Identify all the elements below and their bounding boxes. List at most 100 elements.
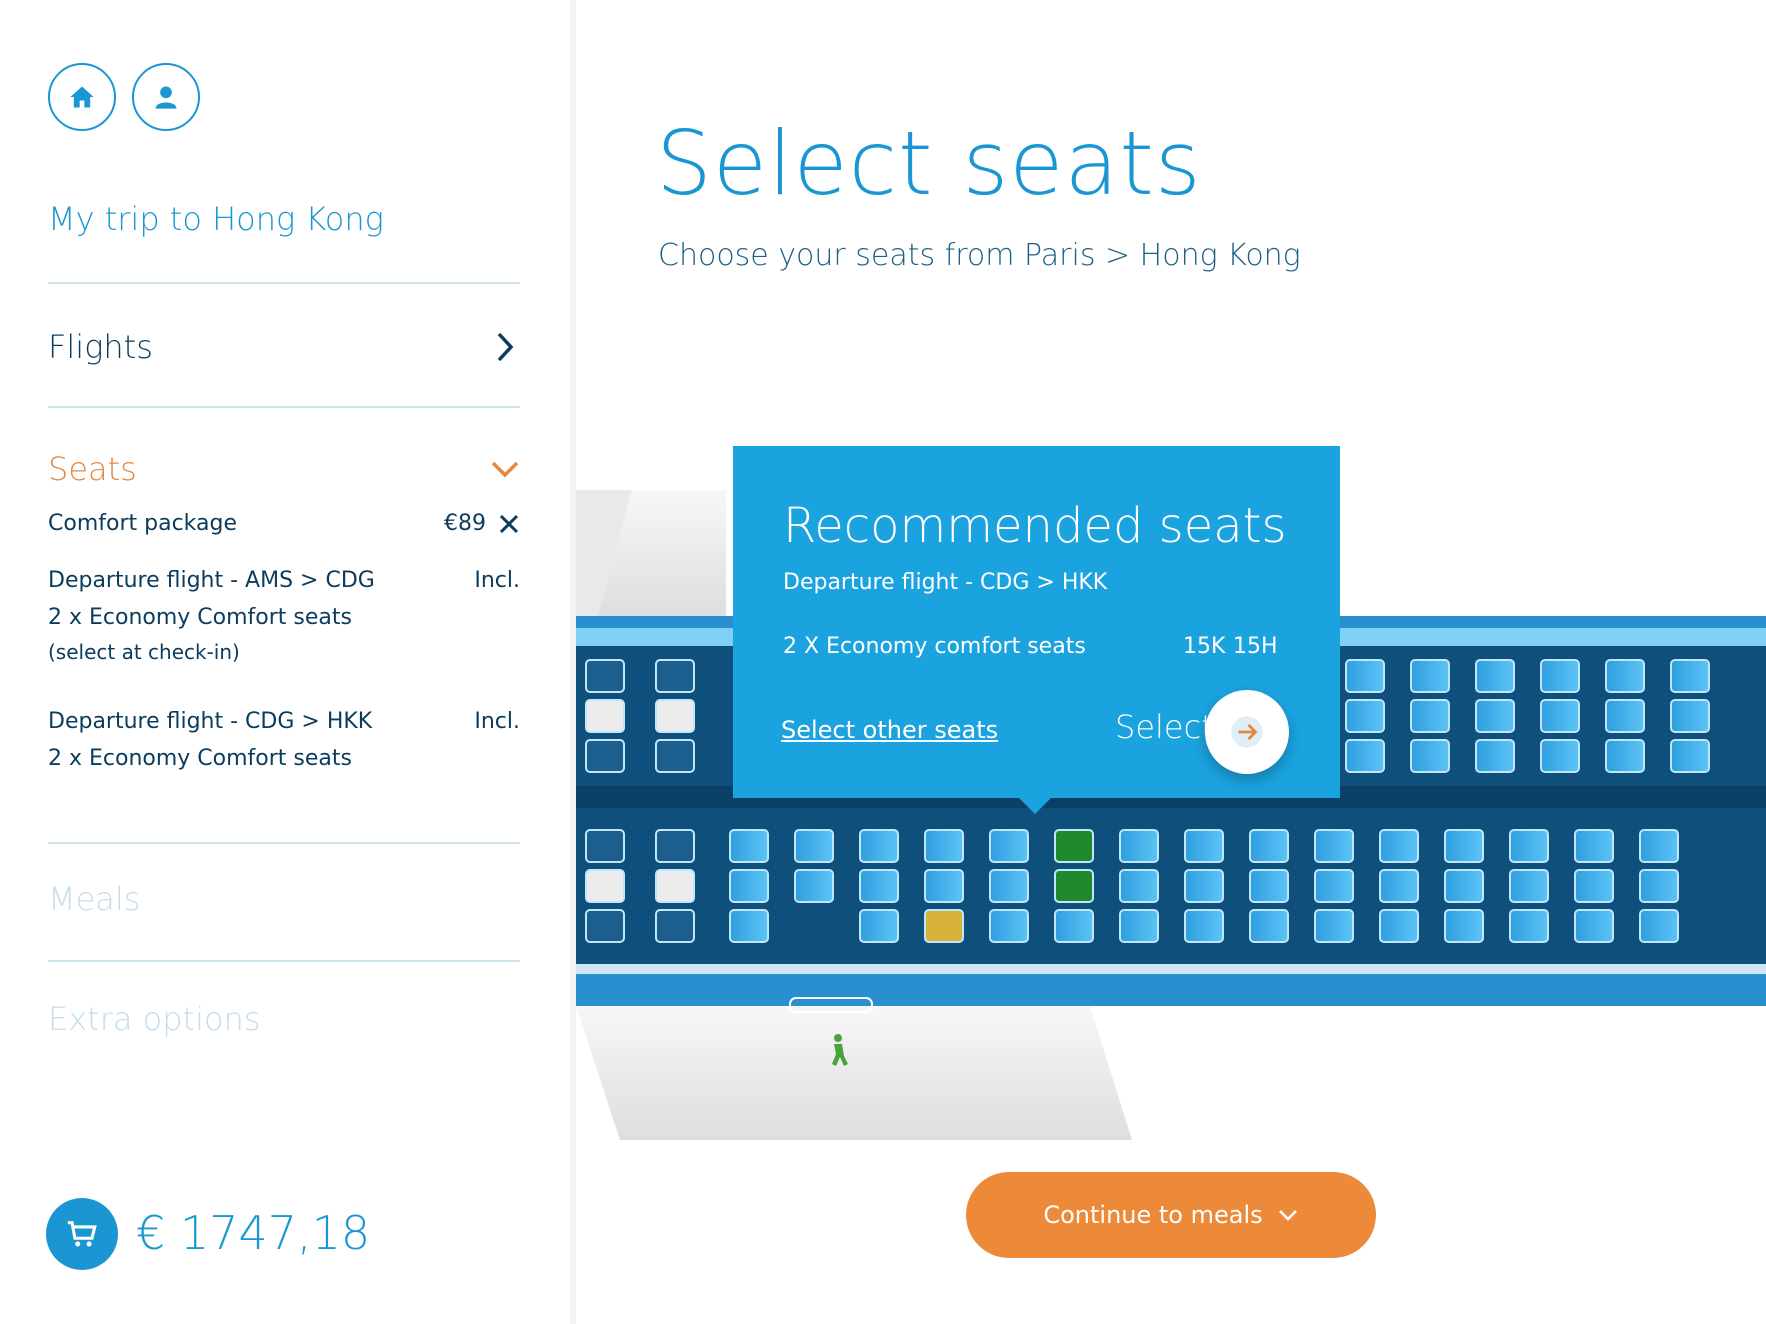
seat[interactable] (1314, 909, 1354, 943)
seat[interactable] (1119, 909, 1159, 943)
nav-flights[interactable]: Flights (48, 318, 520, 378)
seat[interactable] (1444, 869, 1484, 903)
seat[interactable] (1314, 829, 1354, 863)
seat[interactable] (989, 829, 1029, 863)
seat[interactable] (924, 829, 964, 863)
seat[interactable] (1540, 739, 1580, 773)
seat[interactable] (1444, 829, 1484, 863)
seat[interactable] (1574, 869, 1614, 903)
seat-unavailable[interactable] (655, 869, 695, 903)
seat-recommended[interactable] (1054, 829, 1094, 863)
seat[interactable] (1540, 699, 1580, 733)
seat[interactable] (655, 909, 695, 943)
seat[interactable] (1605, 739, 1645, 773)
select-button[interactable] (1205, 690, 1289, 774)
popup-seat-number: 15H (1233, 634, 1278, 659)
seat-recommended[interactable] (1054, 869, 1094, 903)
seat[interactable] (1119, 869, 1159, 903)
seat[interactable] (1184, 829, 1224, 863)
seat[interactable] (1379, 869, 1419, 903)
cart-button[interactable] (46, 1198, 118, 1270)
seat[interactable] (1670, 739, 1710, 773)
seat[interactable] (585, 739, 625, 773)
seat[interactable] (924, 869, 964, 903)
continue-to-meals-button[interactable]: Continue to meals (966, 1172, 1376, 1258)
seat[interactable] (1410, 659, 1450, 693)
seat[interactable] (585, 829, 625, 863)
line-item-detail: 2 x Economy Comfort seats (48, 605, 352, 630)
seat[interactable] (859, 869, 899, 903)
nav-meals: Meals (48, 880, 141, 918)
seat[interactable] (794, 869, 834, 903)
line-item-title: Departure flight - CDG > HKK (48, 709, 373, 734)
seat[interactable] (1184, 909, 1224, 943)
seat-selected[interactable] (924, 909, 964, 943)
seat-unavailable[interactable] (655, 699, 695, 733)
seat[interactable] (1249, 909, 1289, 943)
seat[interactable] (1639, 829, 1679, 863)
seat[interactable] (1379, 909, 1419, 943)
seat[interactable] (729, 829, 769, 863)
line-item-price: Incl. (474, 709, 520, 734)
seat[interactable] (1410, 739, 1450, 773)
seat[interactable] (1509, 829, 1549, 863)
seat[interactable] (585, 659, 625, 693)
chevron-right-icon (497, 332, 514, 362)
seat[interactable] (859, 909, 899, 943)
seat[interactable] (1054, 909, 1094, 943)
seat-unavailable[interactable] (585, 699, 625, 733)
seat[interactable] (1444, 909, 1484, 943)
seat[interactable] (1639, 869, 1679, 903)
line-item-note: (select at check-in) (48, 640, 240, 664)
close-icon[interactable] (498, 513, 520, 535)
seat[interactable] (1509, 909, 1549, 943)
seat[interactable] (585, 909, 625, 943)
seat[interactable] (1574, 909, 1614, 943)
seat[interactable] (729, 869, 769, 903)
seat[interactable] (1574, 829, 1614, 863)
seat[interactable] (1314, 869, 1354, 903)
seat-unavailable[interactable] (585, 869, 625, 903)
line-item: Departure flight - AMS > CDG Incl. 2 x E… (48, 568, 520, 664)
seat[interactable] (1540, 659, 1580, 693)
seat[interactable] (859, 829, 899, 863)
home-button[interactable] (48, 63, 116, 131)
chevron-down-icon (1278, 1210, 1297, 1221)
seat[interactable] (1605, 699, 1645, 733)
cart-icon (67, 1221, 97, 1247)
select-other-seats-link[interactable]: Select other seats (781, 716, 998, 744)
seat[interactable] (1475, 659, 1515, 693)
seat[interactable] (989, 869, 1029, 903)
seat[interactable] (1410, 699, 1450, 733)
nav-seats[interactable]: Seats (48, 440, 520, 500)
seat[interactable] (1605, 659, 1645, 693)
seat[interactable] (1119, 829, 1159, 863)
seat[interactable] (1639, 909, 1679, 943)
line-item-title: Departure flight - AMS > CDG (48, 568, 375, 593)
seat[interactable] (1184, 869, 1224, 903)
seat[interactable] (1509, 869, 1549, 903)
select-label[interactable]: Select (1115, 708, 1214, 746)
seat[interactable] (989, 909, 1029, 943)
seat[interactable] (655, 659, 695, 693)
popup-seats-label: 2 X Economy comfort seats (783, 634, 1086, 659)
seat[interactable] (1345, 699, 1385, 733)
home-icon (70, 86, 94, 108)
seat[interactable] (1345, 659, 1385, 693)
comfort-package-price: €89 (444, 511, 486, 536)
wing-lower (576, 1006, 1132, 1140)
seat[interactable] (1379, 829, 1419, 863)
seat[interactable] (1345, 739, 1385, 773)
seat[interactable] (1249, 869, 1289, 903)
seat[interactable] (1475, 699, 1515, 733)
seat[interactable] (794, 829, 834, 863)
seat[interactable] (1475, 739, 1515, 773)
seat[interactable] (655, 829, 695, 863)
seat[interactable] (1249, 829, 1289, 863)
seat[interactable] (1670, 699, 1710, 733)
seat[interactable] (1670, 659, 1710, 693)
profile-button[interactable] (132, 63, 200, 131)
seat[interactable] (655, 739, 695, 773)
line-item-price: Incl. (474, 568, 520, 593)
seat[interactable] (729, 909, 769, 943)
